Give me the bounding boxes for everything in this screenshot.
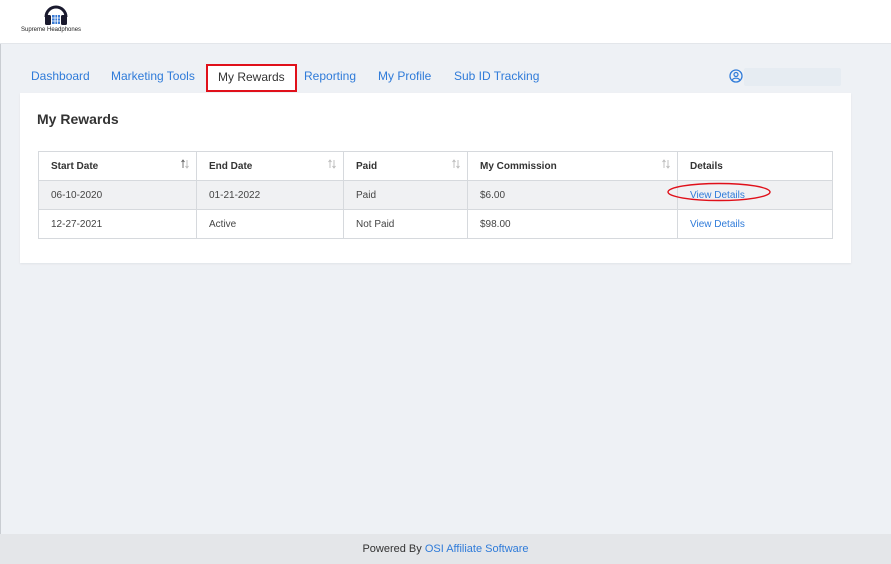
user-circle-icon: [729, 69, 743, 83]
cell-details: View Details: [667, 180, 833, 210]
footer: Powered By OSI Affiliate Software: [0, 534, 891, 564]
brand-logo[interactable]: Supreme Headphones: [20, 3, 92, 41]
page-title: My Rewards: [37, 111, 119, 127]
column-header-label: My Commission: [480, 160, 557, 172]
column-header-details: Details: [677, 151, 833, 181]
headphones-logo-icon: [44, 5, 68, 25]
column-header-label: End Date: [209, 160, 253, 172]
view-details-link[interactable]: View Details: [690, 219, 745, 230]
tab-reporting[interactable]: Reporting: [304, 69, 356, 83]
sort-icon[interactable]: [327, 159, 337, 169]
user-menu[interactable]: [729, 68, 844, 88]
column-header-label: Start Date: [51, 160, 99, 172]
tab-dashboard[interactable]: Dashboard: [31, 69, 90, 83]
tab-my-profile[interactable]: My Profile: [378, 69, 431, 83]
column-header-label: Details: [690, 160, 723, 172]
table-header-row: Start Date End Date Paid My Commission D…: [38, 151, 833, 181]
footer-powered-by: Powered By: [362, 543, 422, 555]
tab-sub-id-tracking[interactable]: Sub ID Tracking: [454, 69, 539, 83]
cell-end-date: 01-21-2022: [196, 180, 344, 210]
sort-icon[interactable]: [451, 159, 461, 169]
table-row: 12-27-2021 Active Not Paid $98.00 View D…: [38, 209, 833, 239]
tab-marketing-tools[interactable]: Marketing Tools: [111, 69, 195, 83]
rewards-panel: My Rewards Start Date End Date Paid My C…: [20, 93, 851, 263]
cell-paid: Paid: [343, 180, 468, 210]
view-details-highlight: View Details: [667, 182, 771, 201]
cell-commission: $6.00: [467, 180, 678, 210]
sort-icon[interactable]: [180, 159, 190, 169]
cell-commission: $98.00: [467, 209, 678, 239]
tab-my-rewards[interactable]: My Rewards: [206, 64, 297, 92]
footer-osi-link[interactable]: OSI Affiliate Software: [425, 543, 529, 555]
sort-icon[interactable]: [661, 159, 671, 169]
view-details-link[interactable]: View Details: [690, 190, 745, 201]
top-bar: Supreme Headphones: [0, 0, 891, 44]
column-header-paid[interactable]: Paid: [343, 151, 468, 181]
column-header-my-commission[interactable]: My Commission: [467, 151, 678, 181]
column-header-end-date[interactable]: End Date: [196, 151, 344, 181]
rewards-table: Start Date End Date Paid My Commission D…: [38, 151, 833, 239]
brand-name: Supreme Headphones: [21, 27, 82, 33]
cell-details: View Details: [677, 209, 833, 239]
table-row: 06-10-2020 01-21-2022 Paid $6.00 View De…: [38, 180, 833, 210]
user-name-redacted: [744, 68, 841, 86]
column-header-label: Paid: [356, 160, 378, 172]
cell-end-date: Active: [196, 209, 344, 239]
cell-paid: Not Paid: [343, 209, 468, 239]
left-border: [0, 44, 1, 534]
column-header-start-date[interactable]: Start Date: [38, 151, 197, 181]
cell-start-date: 12-27-2021: [38, 209, 197, 239]
cell-start-date: 06-10-2020: [38, 180, 197, 210]
